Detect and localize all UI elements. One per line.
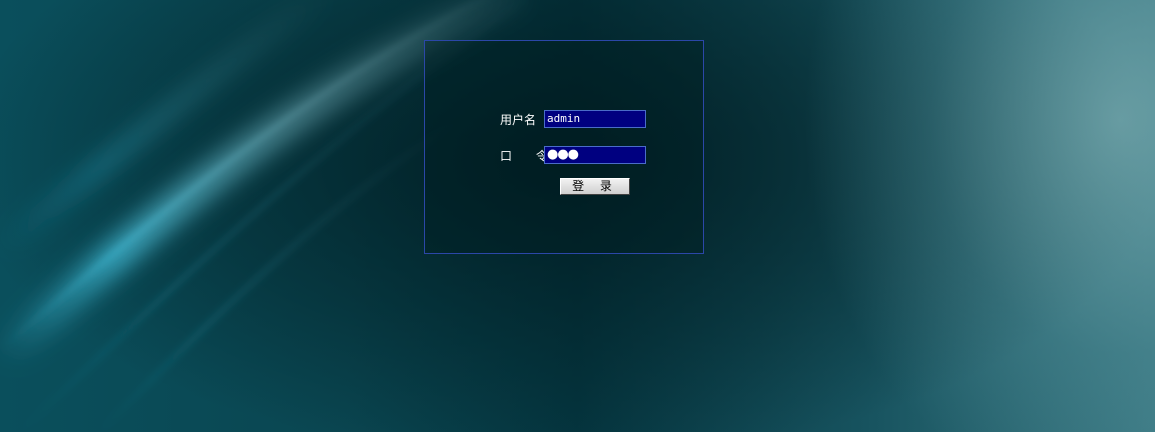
password-input[interactable]: ●●● <box>544 146 646 164</box>
login-panel: 用户名 admin 口 令 ●●● 登 录 <box>424 40 704 254</box>
username-input[interactable]: admin <box>544 110 646 128</box>
username-label: 用户名 <box>500 113 537 127</box>
login-button[interactable]: 登 录 <box>560 178 630 195</box>
